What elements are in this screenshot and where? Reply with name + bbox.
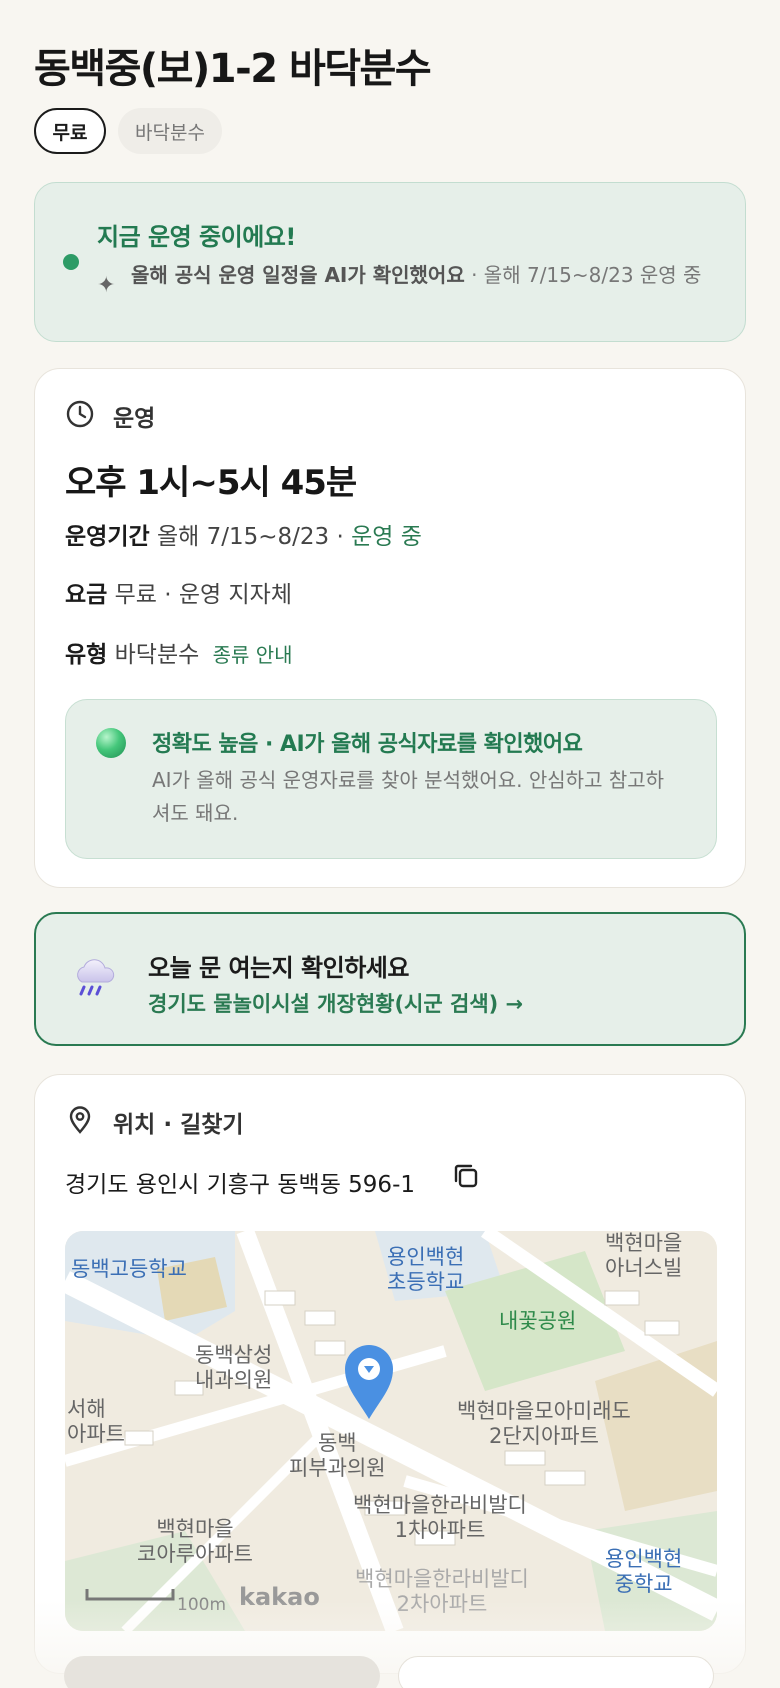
rain-cloud-icon — [77, 959, 115, 996]
accuracy-box: 정확도 높음 · AI가 올해 공식자료를 확인했어요 AI가 올해 공식 운영… — [65, 699, 717, 859]
sparkle-icon: ✦ — [97, 273, 116, 298]
operation-card: 운영 오후 1시~5시 45분 운영기간 올해 7/15~8/23 · 운영 중… — [34, 368, 746, 888]
bottom-action-button-2[interactable] — [398, 1656, 714, 1688]
map-label: 동백고등학교 — [71, 1257, 187, 1281]
status-dot-icon — [63, 254, 79, 270]
period-row: 운영기간 올해 7/15~8/23 · 운영 중 — [65, 517, 422, 551]
location-section-label: 위치 · 길찾기 — [113, 1112, 244, 1138]
type-guide-link[interactable]: 종류 안내 — [213, 643, 293, 667]
open-status-link[interactable]: 경기도 물놀이시설 개장현황(시군 검색) → — [148, 988, 523, 1018]
page-title: 동백중(보)1-2 바닥분수 — [34, 46, 432, 92]
location-map[interactable]: 동백고등학교 용인백현 초등학교 용인백현 중학교 내꽃공원 동백삼성 내과의원… — [65, 1231, 717, 1631]
address-text: 경기도 용인시 기흥구 동백동 596-1 — [65, 1172, 415, 1198]
status-title: 지금 운영 중이에요! — [97, 223, 296, 251]
copy-icon[interactable] — [451, 1161, 481, 1191]
map-label: 동백 피부과의원 — [289, 1431, 386, 1480]
location-pin-icon — [69, 1106, 91, 1134]
accuracy-orb-icon — [96, 728, 126, 758]
bottom-action-button-1[interactable] — [64, 1656, 380, 1688]
type-chip: 바닥분수 — [118, 108, 222, 154]
map-label: 백현마을한라비발디 1차아파트 — [353, 1493, 527, 1542]
accuracy-description: AI가 올해 공식 운영자료를 찾아 분석했어요. 안심하고 참고하셔도 돼요. — [152, 768, 665, 825]
status-subtitle: 올해 공식 운영 일정을 AI가 확인했어요 · 올해 7/15~8/23 운영… — [131, 263, 702, 287]
fee-value: 무료 · 운영 지자체 — [114, 582, 293, 608]
operating-status-card: 지금 운영 중이에요! ✦ 올해 공식 운영 일정을 AI가 확인했어요 · 올… — [34, 182, 746, 342]
map-label: 용인백현 중학교 — [605, 1547, 683, 1596]
type-label: 유형 — [65, 642, 108, 668]
check-open-card[interactable]: 오늘 문 여는지 확인하세요 경기도 물놀이시설 개장현황(시군 검색) → — [34, 912, 746, 1046]
accuracy-title: 정확도 높음 · AI가 올해 공식자료를 확인했어요 — [152, 732, 583, 757]
fee-label: 요금 — [65, 582, 108, 608]
map-label: 백현마을모아미래도 2단지아파트 — [457, 1399, 631, 1448]
map-label: 서해 아파트 — [67, 1397, 125, 1446]
type-value: 바닥분수 — [114, 642, 200, 668]
map-label: 백현마을 아너스빌 — [605, 1231, 683, 1280]
operating-hours: 오후 1시~5시 45분 — [65, 463, 357, 503]
period-status: 운영 중 — [351, 524, 422, 550]
period-value: 올해 7/15~8/23 · — [156, 524, 352, 550]
period-label: 운영기간 — [65, 524, 150, 550]
check-open-title: 오늘 문 여는지 확인하세요 — [148, 954, 409, 982]
map-label: 백현마을 코아루아파트 — [137, 1517, 253, 1566]
fee-row: 요금 무료 · 운영 지자체 — [65, 575, 292, 609]
location-card: 위치 · 길찾기 경기도 용인시 기흥구 동백동 596-1 동백고등학교 용인… — [34, 1074, 746, 1674]
map-label: 용인백현 초등학교 — [387, 1245, 465, 1294]
fee-chip: 무료 — [34, 108, 106, 154]
map-marker-icon[interactable] — [343, 1343, 395, 1423]
type-row: 유형 바닥분수 종류 안내 — [65, 635, 293, 669]
operation-section-label: 운영 — [113, 406, 156, 432]
map-label: 동백삼성 내과의원 — [195, 1343, 273, 1392]
clock-icon — [66, 400, 94, 428]
map-label: 내꽃공원 — [499, 1309, 577, 1333]
